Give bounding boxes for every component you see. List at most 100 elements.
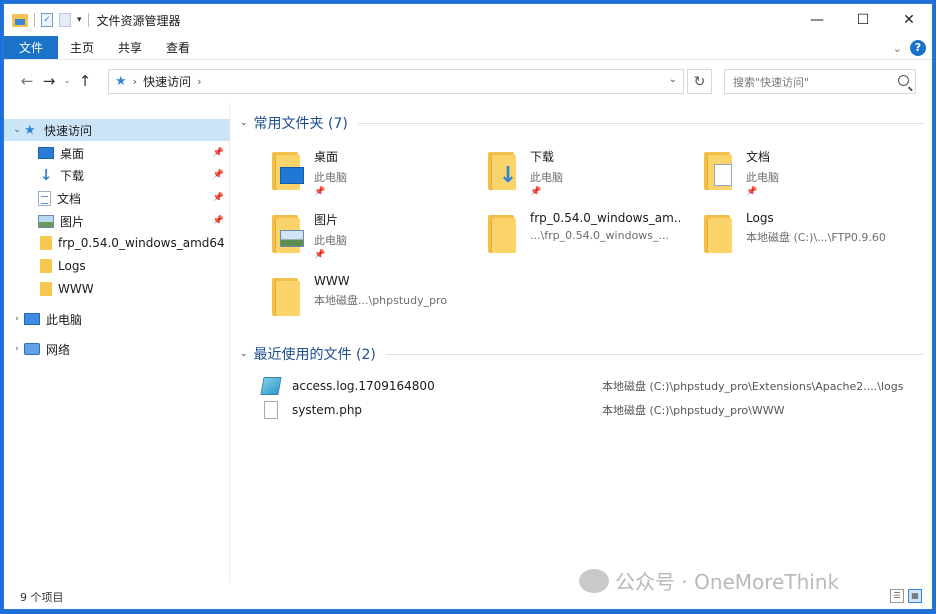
title-bar: ✓ ▾ 文件资源管理器 — ☐ ✕ bbox=[4, 4, 932, 36]
folder-location: 此电脑 bbox=[530, 171, 563, 184]
details-view-icon[interactable]: ☰ bbox=[890, 589, 904, 603]
search-placeholder: 搜索"快速访问" bbox=[733, 75, 810, 89]
tiles-view-icon[interactable]: ▦ bbox=[908, 589, 922, 603]
expand-chevron-icon[interactable]: › bbox=[10, 344, 24, 354]
folder-name: frp_0.54.0_windows_am... bbox=[530, 211, 680, 225]
properties-icon[interactable]: ✓ bbox=[41, 13, 53, 27]
refresh-button[interactable]: ↻ bbox=[687, 69, 712, 94]
folder-icon bbox=[704, 215, 732, 253]
folder-name: 下载 bbox=[530, 150, 555, 164]
sidebar-item-label: Logs bbox=[58, 259, 86, 273]
tab-view[interactable]: 查看 bbox=[154, 36, 202, 59]
breadcrumb-separator-icon[interactable]: › bbox=[133, 75, 137, 88]
folder-tile-downloads[interactable]: ↓ 下载 此电脑 📌 bbox=[474, 146, 684, 198]
download-arrow-icon: ↓ bbox=[39, 165, 53, 184]
sidebar-item-label: 下载 bbox=[60, 168, 85, 183]
collapse-chevron-icon[interactable]: ⌄ bbox=[10, 125, 24, 135]
pin-icon: 📌 bbox=[314, 250, 326, 260]
folder-name: WWW bbox=[314, 274, 350, 288]
folder-icon bbox=[40, 259, 52, 273]
status-bar: 9 个项目 bbox=[4, 584, 932, 609]
picture-icon bbox=[38, 214, 54, 228]
back-arrow-icon[interactable]: ← bbox=[16, 69, 38, 93]
folder-location: 本地磁盘 (C:)\...\FTP0.9.60 bbox=[746, 231, 886, 244]
ribbon-tabs: 文件 主页 共享 查看 ⌄ ? bbox=[4, 36, 932, 60]
new-folder-icon[interactable] bbox=[59, 13, 71, 27]
tab-file[interactable]: 文件 bbox=[4, 36, 58, 59]
help-icon[interactable]: ? bbox=[910, 40, 926, 56]
sidebar-item-this-pc[interactable]: › 此电脑 bbox=[4, 308, 230, 330]
sidebar-item-www[interactable]: WWW bbox=[4, 278, 230, 300]
pin-icon: 📌 bbox=[212, 193, 224, 203]
sidebar-item-label: 此电脑 bbox=[46, 312, 83, 327]
sidebar-item-desktop[interactable]: 桌面 📌 bbox=[4, 142, 230, 164]
maximize-button[interactable]: ☐ bbox=[840, 4, 886, 36]
view-toggle: ☰ ▦ bbox=[890, 589, 922, 603]
computer-icon bbox=[24, 313, 40, 325]
document-icon bbox=[38, 190, 51, 206]
recent-locations-chevron-icon[interactable]: ⌄ bbox=[60, 69, 74, 93]
pictures-folder-icon bbox=[272, 215, 304, 253]
breadcrumb-quick-access[interactable]: 快速访问 bbox=[143, 73, 191, 90]
recent-file-row[interactable]: system.php 本地磁盘 (C:)\phpstudy_pro\WWW bbox=[262, 399, 922, 421]
explorer-window: ✓ ▾ 文件资源管理器 — ☐ ✕ 文件 主页 共享 查看 ⌄ ? ← → ⌄ … bbox=[3, 3, 933, 610]
folder-icon bbox=[488, 215, 516, 253]
network-icon bbox=[24, 343, 40, 355]
group-divider bbox=[385, 353, 924, 355]
up-arrow-icon[interactable]: ↑ bbox=[74, 69, 96, 93]
address-bar[interactable]: ★ › 快速访问 › ⌄ bbox=[108, 69, 684, 94]
search-input[interactable]: 搜索"快速访问" bbox=[724, 69, 916, 94]
documents-folder-icon bbox=[704, 152, 732, 190]
collapse-chevron-icon[interactable]: ⌄ bbox=[240, 349, 248, 359]
minimize-button[interactable]: — bbox=[794, 4, 840, 36]
pin-icon: 📌 bbox=[746, 187, 758, 197]
forward-arrow-icon[interactable]: → bbox=[38, 69, 60, 93]
sidebar-item-label: 文档 bbox=[57, 191, 82, 206]
sidebar-item-downloads[interactable]: ↓ 下载 📌 bbox=[4, 164, 230, 186]
address-history-dropdown-icon[interactable]: ⌄ bbox=[669, 74, 677, 85]
folder-name: 桌面 bbox=[314, 150, 339, 164]
search-icon[interactable] bbox=[898, 75, 909, 86]
group-title: 最近使用的文件 (2) bbox=[253, 347, 376, 363]
toolbar-separator bbox=[34, 13, 35, 27]
sidebar-item-frp[interactable]: frp_0.54.0_windows_amd64 bbox=[4, 232, 230, 254]
file-name: system.php bbox=[292, 403, 363, 417]
sidebar-item-logs[interactable]: Logs bbox=[4, 255, 230, 277]
folder-location: 此电脑 bbox=[746, 171, 779, 184]
sidebar-item-documents[interactable]: 文档 📌 bbox=[4, 187, 230, 209]
breadcrumb-separator-icon[interactable]: › bbox=[197, 75, 201, 88]
tab-home[interactable]: 主页 bbox=[58, 36, 106, 59]
pin-icon: 📌 bbox=[530, 187, 542, 197]
sidebar-item-network[interactable]: › 网络 bbox=[4, 338, 230, 360]
recent-file-row[interactable]: access.log.1709164800 本地磁盘 (C:)\phpstudy… bbox=[260, 375, 922, 397]
frequent-folders-header[interactable]: ⌄ 常用文件夹 (7) bbox=[240, 113, 924, 133]
pin-icon: 📌 bbox=[212, 148, 224, 158]
sidebar-item-pictures[interactable]: 图片 📌 bbox=[4, 210, 230, 232]
ribbon-right-controls: ⌄ ? bbox=[893, 40, 926, 56]
folder-tile-documents[interactable]: 文档 此电脑 📌 bbox=[690, 146, 900, 198]
folder-tile-www[interactable]: WWW 本地磁盘...\phpstudy_pro bbox=[258, 272, 468, 324]
expand-ribbon-chevron-icon[interactable]: ⌄ bbox=[893, 42, 902, 55]
sidebar-item-quick-access[interactable]: ⌄ ★ 快速访问 bbox=[4, 119, 230, 141]
tab-share[interactable]: 共享 bbox=[106, 36, 154, 59]
close-button[interactable]: ✕ bbox=[886, 4, 932, 36]
navigation-bar: ← → ⌄ ↑ ★ › 快速访问 › ⌄ ↻ 搜索"快速访问" bbox=[4, 62, 932, 100]
recent-files-header[interactable]: ⌄ 最近使用的文件 (2) bbox=[240, 344, 924, 364]
explorer-folder-icon bbox=[12, 13, 28, 27]
folder-tile-logs[interactable]: Logs 本地磁盘 (C:)\...\FTP0.9.60 bbox=[690, 209, 900, 261]
sidebar-item-label: 图片 bbox=[60, 214, 85, 229]
expand-chevron-icon[interactable]: › bbox=[10, 314, 24, 324]
collapse-chevron-icon[interactable]: ⌄ bbox=[240, 118, 248, 128]
folder-location: 此电脑 bbox=[314, 171, 347, 184]
folder-tile-desktop[interactable]: 桌面 此电脑 📌 bbox=[258, 146, 468, 198]
customize-toolbar-dropdown-icon[interactable]: ▾ bbox=[77, 15, 82, 25]
folder-tile-frp[interactable]: frp_0.54.0_windows_am... ...\frp_0.54.0_… bbox=[474, 209, 684, 261]
navigation-pane: ⌄ ★ 快速访问 桌面 📌 ↓ 下载 📌 文档 📌 图片 📌 frp_0.54.… bbox=[4, 102, 230, 582]
folder-tile-pictures[interactable]: 图片 此电脑 📌 bbox=[258, 209, 468, 261]
content-pane: ⌄ 常用文件夹 (7) 桌面 此电脑 📌 ↓ 下载 此电脑 📌 文档 此电脑 📌… bbox=[232, 102, 932, 582]
window-title: 文件资源管理器 bbox=[96, 13, 181, 28]
group-divider bbox=[357, 122, 924, 124]
folder-name: 图片 bbox=[314, 213, 339, 227]
folder-location: 本地磁盘...\phpstudy_pro bbox=[314, 294, 448, 307]
desktop-icon bbox=[38, 147, 54, 159]
